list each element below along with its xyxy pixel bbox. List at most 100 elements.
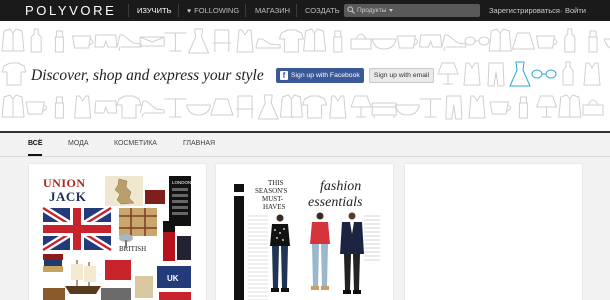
jacket-icon	[1, 28, 25, 52]
tee-icon	[278, 29, 304, 53]
collage-uk-label: UK	[167, 274, 179, 283]
set-card[interactable]: UNION JACK LONDON BRITISH UK	[29, 164, 206, 300]
category-tabs: ВСЁ МОДА КОСМЕТИКА ГЛАВНАЯ	[0, 133, 610, 157]
top-nav-bar: POLYVORE ИЗУЧИТЬ ♥ FOLLOWING МАГАЗИН СОЗД…	[0, 0, 610, 21]
facebook-signup-button[interactable]: f Sign up with Facebook	[276, 68, 364, 83]
table-icon	[164, 98, 187, 118]
nav-divider	[178, 4, 179, 17]
nav-create[interactable]: СОЗДАТЬ	[305, 6, 340, 15]
bag-icon	[350, 33, 372, 50]
nav-explore[interactable]: ИЗУЧИТЬ	[137, 6, 172, 15]
tank-icon	[583, 62, 601, 86]
active-tab-indicator	[28, 154, 42, 156]
tank-icon	[329, 95, 347, 119]
tank-icon	[74, 95, 92, 119]
search-icon	[347, 6, 355, 14]
jacket-icon	[488, 28, 512, 52]
hero-tagline: Discover, shop and express your style	[28, 67, 267, 85]
heart-icon: ♥	[187, 8, 192, 15]
register-link[interactable]: Зарегистрироваться	[489, 6, 560, 15]
lipstick-icon	[333, 30, 343, 53]
shorts-icon	[94, 100, 118, 114]
clutch-icon	[139, 36, 165, 47]
heel-icon	[441, 34, 467, 52]
shorts-icon	[419, 34, 443, 48]
tank-icon	[463, 62, 481, 86]
nav-divider	[128, 4, 129, 17]
jacket-icon	[279, 94, 303, 118]
glasses-icon	[464, 36, 490, 46]
tank-icon	[236, 29, 254, 53]
search-box[interactable]	[344, 4, 480, 17]
tank-icon	[468, 95, 486, 119]
shorts-icon	[94, 34, 118, 48]
polyvore-logo[interactable]: POLYVORE	[25, 3, 116, 18]
nav-divider	[296, 4, 297, 17]
tab-all[interactable]: ВСЁ	[28, 140, 43, 147]
collage-headline-2: JACK	[49, 189, 87, 204]
chair-icon	[236, 95, 254, 118]
bowl-icon	[394, 104, 420, 116]
tee-icon	[116, 95, 142, 119]
set-collage-fashion-essentials[interactable]: THIS SEASON'S MUST- HAVES fashion essent…	[228, 176, 381, 300]
lipstick-icon	[54, 30, 64, 53]
collage-british-label: BRITISH	[119, 245, 146, 253]
cup-icon	[536, 35, 558, 49]
cup-icon	[72, 35, 94, 49]
nav-following-label: FOLLOWING	[194, 6, 240, 15]
search-input[interactable]	[357, 4, 475, 17]
pants-icon	[487, 62, 505, 87]
glasses-icon	[531, 69, 557, 79]
facebook-icon: f	[280, 71, 288, 80]
lipstick-icon	[588, 30, 598, 53]
bottle-icon	[564, 28, 576, 53]
collage-headline-2: SEASON'S	[255, 187, 287, 195]
auth-separator: ·	[560, 6, 563, 15]
bag-icon	[582, 99, 604, 116]
table-icon	[164, 32, 187, 52]
jacket-icon	[558, 94, 582, 118]
heel-icon	[139, 100, 165, 118]
bowl-icon	[186, 104, 212, 116]
lamp-icon	[536, 95, 558, 118]
lamp-icon	[437, 62, 459, 85]
cup-icon	[489, 101, 511, 115]
sofa-icon	[371, 102, 397, 118]
collage-headline-3: MUST-	[262, 195, 284, 203]
collage-headline-1: UNION	[43, 176, 86, 190]
set-collage-image: UNION JACK LONDON BRITISH UK	[41, 176, 194, 300]
hero-banner: Discover, shop and express your style f …	[0, 21, 610, 131]
bowl-icon	[603, 38, 610, 49]
set-collage-union-jack[interactable]: UNION JACK LONDON BRITISH UK	[41, 176, 194, 300]
facebook-signup-label: Sign up with Facebook	[291, 72, 360, 79]
nav-shop[interactable]: МАГАЗИН	[255, 6, 290, 15]
jacket-icon	[1, 94, 25, 118]
cup-icon	[25, 101, 47, 115]
collage-london-label: LONDON	[172, 180, 191, 185]
shoe-icon	[255, 38, 281, 49]
collage-headline-1: THIS	[268, 179, 284, 187]
set-card[interactable]: THIS SEASON'S MUST- HAVES fashion essent…	[216, 164, 393, 300]
nav-divider	[245, 4, 246, 17]
lipstick-icon	[54, 96, 64, 119]
tab-fashion[interactable]: МОДА	[68, 140, 89, 147]
bottle-icon	[30, 28, 42, 53]
tab-beauty[interactable]: КОСМЕТИКА	[114, 140, 157, 147]
jacket-icon	[303, 28, 327, 52]
cup-icon	[396, 35, 419, 49]
chevron-down-icon[interactable]	[389, 9, 393, 12]
nav-following[interactable]: ♥ FOLLOWING	[187, 6, 239, 15]
skirt-icon	[210, 98, 234, 116]
dress-icon	[257, 94, 279, 120]
collage-script-2: essentials	[308, 195, 363, 210]
email-signup-button[interactable]: Sign up with email	[369, 68, 434, 83]
login-link[interactable]: Войти	[565, 6, 586, 15]
set-card-empty[interactable]	[405, 164, 582, 300]
table-icon	[419, 98, 442, 118]
tab-home[interactable]: ГЛАВНАЯ	[183, 140, 215, 147]
chair-icon	[212, 29, 231, 52]
pants-icon	[445, 95, 463, 120]
dress-icon	[509, 61, 531, 87]
collage-script-1: fashion	[320, 179, 361, 194]
lipstick-icon	[518, 96, 528, 119]
